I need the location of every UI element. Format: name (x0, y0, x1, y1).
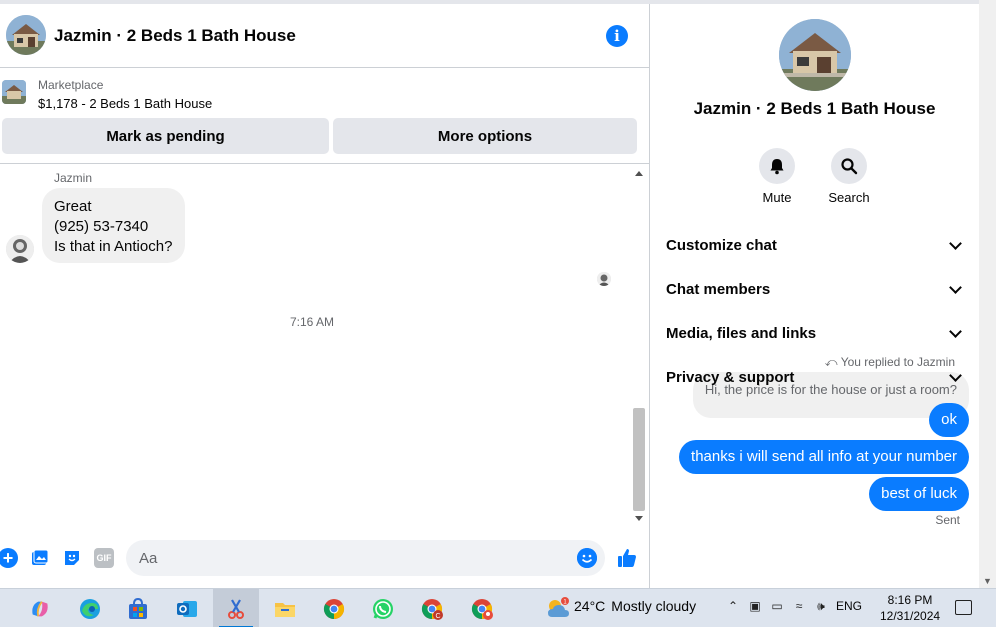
chevron-up-icon[interactable]: ⌃ (726, 599, 740, 613)
outgoing-message[interactable]: thanks i will send all info at your numb… (679, 440, 969, 474)
edge-icon (80, 598, 100, 619)
store-app[interactable] (115, 589, 161, 627)
clock-time: 8:16 PM (887, 593, 933, 607)
section-customize-chat[interactable]: Customize chat (666, 230, 966, 260)
sender-avatar[interactable] (6, 235, 34, 263)
chrome-profile-c-app[interactable]: C (409, 589, 455, 627)
search-icon[interactable] (831, 148, 867, 184)
snipping-tool-app[interactable] (213, 589, 259, 627)
listing-summary[interactable]: $1,178 - 2 Beds 1 Bath House (38, 96, 212, 111)
copilot-icon (32, 600, 48, 617)
scroll-thumb[interactable] (633, 408, 645, 511)
incoming-line: (925) 53-7340 (54, 218, 149, 235)
section-label: Customize chat (666, 236, 777, 254)
marketplace-label: Marketplace (38, 78, 104, 92)
mute-label: Mute (762, 190, 792, 205)
message-timestamp: 7:16 AM (290, 315, 335, 329)
image-icon[interactable] (30, 548, 50, 568)
wifi-icon[interactable]: ≈ (792, 599, 806, 613)
info-icon[interactable]: i (606, 25, 628, 47)
file-explorer-app[interactable] (262, 589, 308, 627)
section-label: Chat members (666, 280, 771, 298)
chrome-app[interactable] (311, 589, 357, 627)
house-avatar[interactable] (6, 15, 46, 55)
sticker-icon[interactable] (62, 548, 82, 568)
meet-now-icon[interactable]: ▣ (748, 599, 762, 613)
section-privacy-support[interactable]: Privacy & support (666, 362, 966, 392)
chrome-profile-icon (471, 598, 493, 620)
section-chat-members[interactable]: Chat members (666, 274, 966, 304)
message-input[interactable] (126, 540, 605, 576)
section-label: Privacy & support (666, 368, 795, 386)
chrome-icon (323, 598, 345, 619)
sent-status: Sent (935, 513, 960, 527)
snipping-tool-icon (228, 598, 244, 619)
window-scrollbar[interactable]: ▼ (979, 0, 996, 588)
folder-icon (275, 602, 295, 617)
bell-icon[interactable] (759, 148, 795, 184)
screen: Jazmin · 2 Beds 1 Bath House i Marketpla… (0, 0, 996, 627)
chevron-down-icon (949, 368, 962, 382)
copilot-app[interactable] (17, 589, 63, 627)
outlook-app[interactable] (164, 589, 210, 627)
volume-icon[interactable]: 🕪 (814, 599, 828, 613)
outlook-icon (177, 600, 197, 617)
chevron-down-icon (949, 324, 962, 338)
chat-title: Jazmin · 2 Beds 1 Bath House (54, 26, 296, 45)
mute-button[interactable]: Mute (747, 148, 807, 205)
mark-as-pending-button[interactable]: Mark as pending (2, 118, 329, 154)
language-indicator[interactable]: ENG (836, 599, 862, 613)
chrome-profile-2-app[interactable] (459, 589, 505, 627)
sender-name: Jazmin (54, 171, 93, 185)
cloudy-weather-icon: 1 (546, 597, 569, 617)
outgoing-message[interactable]: best of luck (869, 477, 969, 511)
panel-title: Jazmin · 2 Beds 1 Bath House (693, 99, 936, 118)
whatsapp-icon (373, 598, 393, 619)
notifications-icon[interactable] (955, 600, 972, 615)
weather-widget[interactable]: 1 24°C Mostly cloudy (546, 597, 697, 617)
more-options-button[interactable]: More options (333, 118, 637, 154)
weather-condition: Mostly cloudy (611, 598, 697, 614)
gif-icon[interactable]: GIF (94, 548, 114, 568)
listing-thumbnail[interactable] (2, 80, 26, 104)
search-button[interactable]: Search (819, 148, 879, 205)
panel-divider (649, 4, 650, 588)
emoji-icon[interactable] (577, 548, 597, 568)
chrome-profile-icon: C (421, 598, 443, 620)
section-label: Media, files and links (666, 324, 817, 342)
chevron-down-icon (949, 280, 962, 294)
incoming-line: Is that in Antioch? (54, 238, 173, 255)
scroll-up-icon[interactable] (635, 171, 643, 176)
chevron-down-icon (949, 236, 962, 250)
chat-header: Jazmin · 2 Beds 1 Bath House i (0, 4, 649, 68)
clock[interactable]: 8:16 PM 12/31/2024 (880, 592, 940, 624)
weather-temp: 24°C (574, 598, 606, 614)
taskbar: C 1 24°C Mostly cloudy ⌃ ▣ ▭ ≈ 🕪 ENG 8:1… (0, 588, 996, 627)
incoming-line: Great (54, 198, 92, 215)
battery-icon[interactable]: ▭ (770, 599, 784, 613)
message-scrollbar[interactable] (632, 165, 647, 527)
scroll-down-icon[interactable]: ▼ (983, 576, 992, 586)
seen-avatar (597, 272, 611, 286)
scroll-down-icon[interactable] (635, 516, 643, 521)
store-icon (129, 597, 147, 619)
panel-house-avatar[interactable] (779, 19, 851, 91)
section-media-files-links[interactable]: Media, files and links (666, 318, 966, 348)
system-tray: ⌃ ▣ ▭ ≈ 🕪 ENG (726, 599, 862, 614)
whatsapp-app[interactable] (360, 589, 406, 627)
search-label: Search (828, 190, 870, 205)
composer: + GIF (0, 538, 649, 578)
clock-date: 12/31/2024 (880, 609, 941, 623)
incoming-message[interactable]: Great (925) 53-7340 Is that in Antioch? (42, 188, 185, 263)
plus-icon[interactable]: + (0, 548, 18, 568)
marketplace-bar: Marketplace $1,178 - 2 Beds 1 Bath House… (0, 68, 649, 164)
thumbs-up-icon[interactable] (616, 547, 638, 569)
edge-app[interactable] (67, 589, 113, 627)
svg-text:C: C (435, 613, 440, 620)
outgoing-message[interactable]: ok (929, 403, 969, 437)
